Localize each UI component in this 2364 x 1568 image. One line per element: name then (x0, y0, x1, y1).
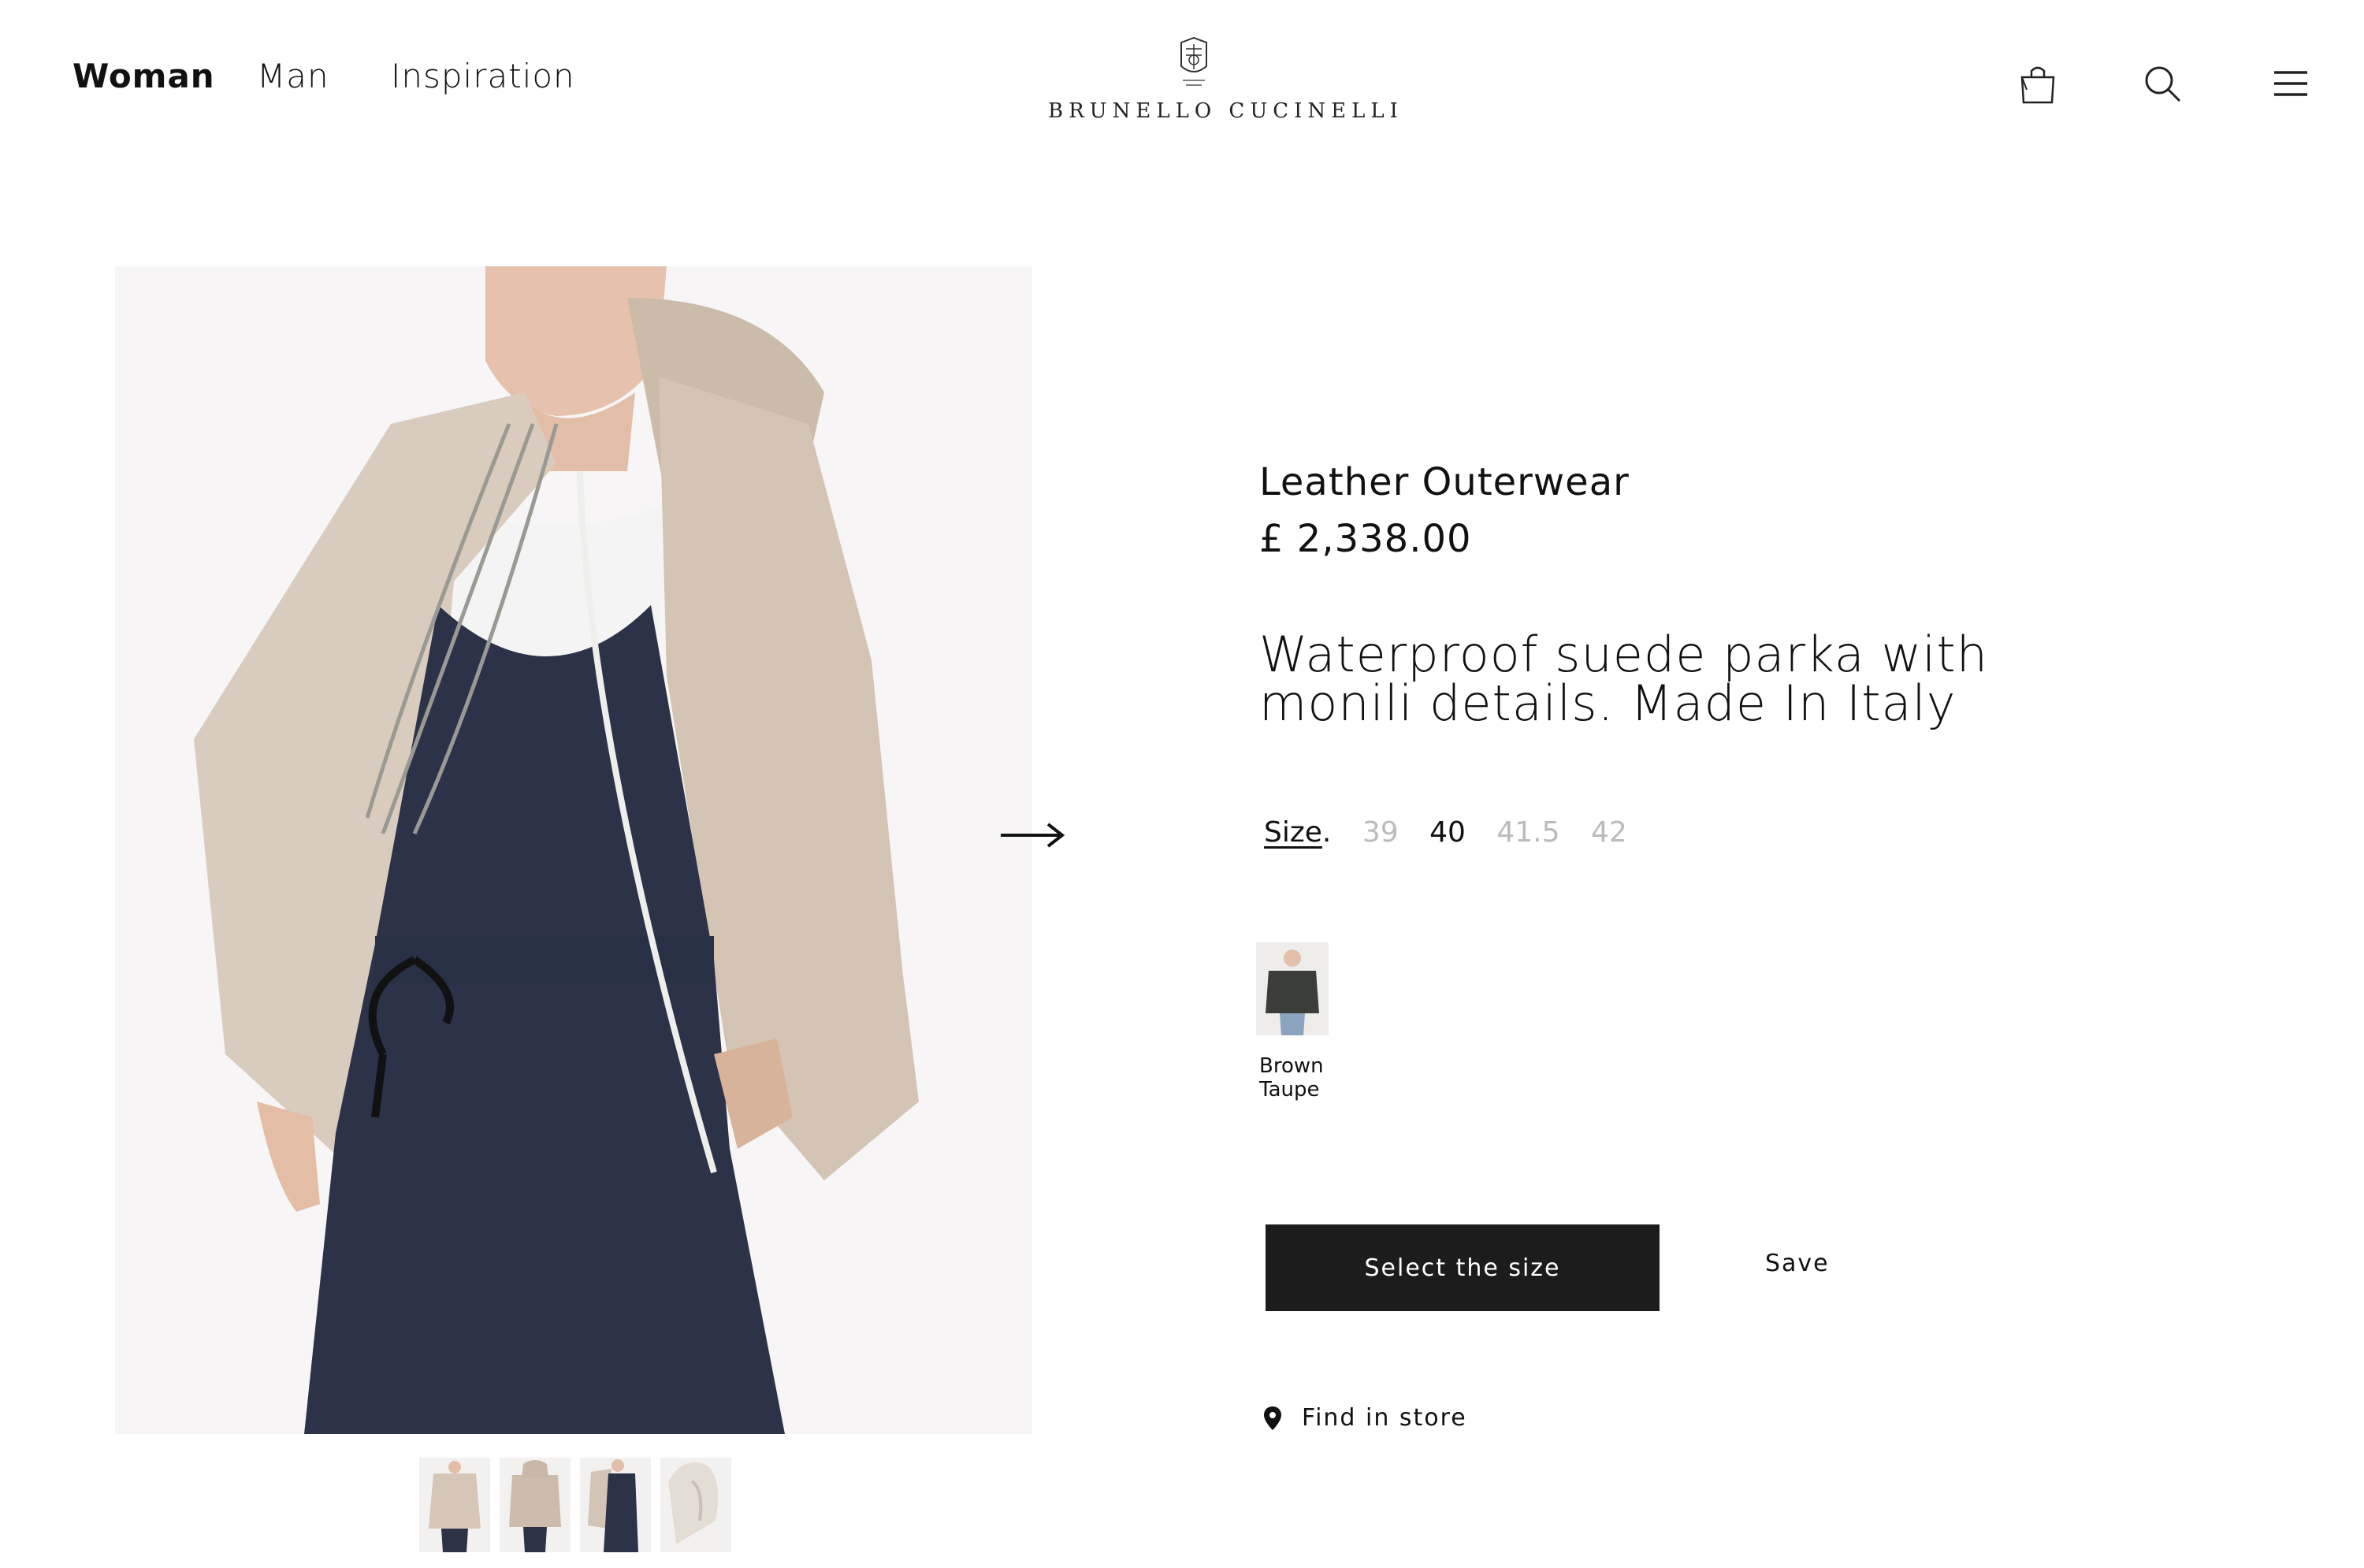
product-price: £ 2,338.00 (1259, 517, 1472, 561)
size-option-41-5[interactable]: 41.5 (1496, 816, 1559, 849)
thumbnail-4[interactable] (660, 1458, 731, 1552)
select-size-button[interactable]: Select the size (1266, 1224, 1660, 1311)
size-label-dot: . (1321, 816, 1332, 849)
find-in-store-label: Find in store (1302, 1404, 1467, 1432)
thumbnail-photo (580, 1458, 651, 1552)
search-icon[interactable] (2140, 61, 2184, 106)
product-photo (115, 266, 1032, 1434)
thumbnail-2[interactable] (500, 1458, 571, 1552)
shopping-bag-icon[interactable] (2016, 61, 2060, 106)
size-option-39[interactable]: 39 (1362, 816, 1399, 849)
location-pin-icon (1264, 1406, 1281, 1430)
menu-icon[interactable] (2269, 61, 2314, 106)
crest-icon (1180, 36, 1207, 86)
size-selector: Size. 39 40 41.5 42 (1264, 816, 1627, 849)
size-option-42[interactable]: 42 (1591, 816, 1627, 849)
size-option-40[interactable]: 40 (1429, 816, 1466, 849)
thumbnail-photo (500, 1458, 571, 1552)
thumbnail-photo (660, 1458, 731, 1552)
nav-woman[interactable]: Woman (72, 57, 215, 95)
size-guide-link[interactable]: Size (1264, 816, 1322, 849)
thumbnail-1[interactable] (419, 1458, 490, 1552)
logo-wordmark: BRUNELLO CUCINELLI (1048, 99, 1403, 123)
product-name: Leather Outerwear (1259, 460, 1630, 504)
save-button[interactable]: Save (1765, 1250, 1830, 1277)
product-description: Waterproof suede parka with monili detai… (1259, 626, 1989, 732)
thumbnail-3[interactable] (580, 1458, 651, 1552)
nav-inspiration[interactable]: Inspiration (391, 57, 575, 95)
nav-man[interactable]: Man (257, 57, 329, 95)
color-swatch-label: Brown Taupe (1259, 1054, 1324, 1102)
brand-logo[interactable]: BRUNELLO CUCINELLI (1048, 35, 1403, 129)
product-main-image[interactable] (115, 266, 1032, 1434)
thumbnail-photo (419, 1458, 490, 1552)
color-swatch-photo (1256, 942, 1329, 1035)
next-image-arrow-icon[interactable] (999, 819, 1067, 851)
color-swatch[interactable] (1256, 942, 1329, 1035)
find-in-store-link[interactable]: Find in store (1264, 1404, 1467, 1432)
